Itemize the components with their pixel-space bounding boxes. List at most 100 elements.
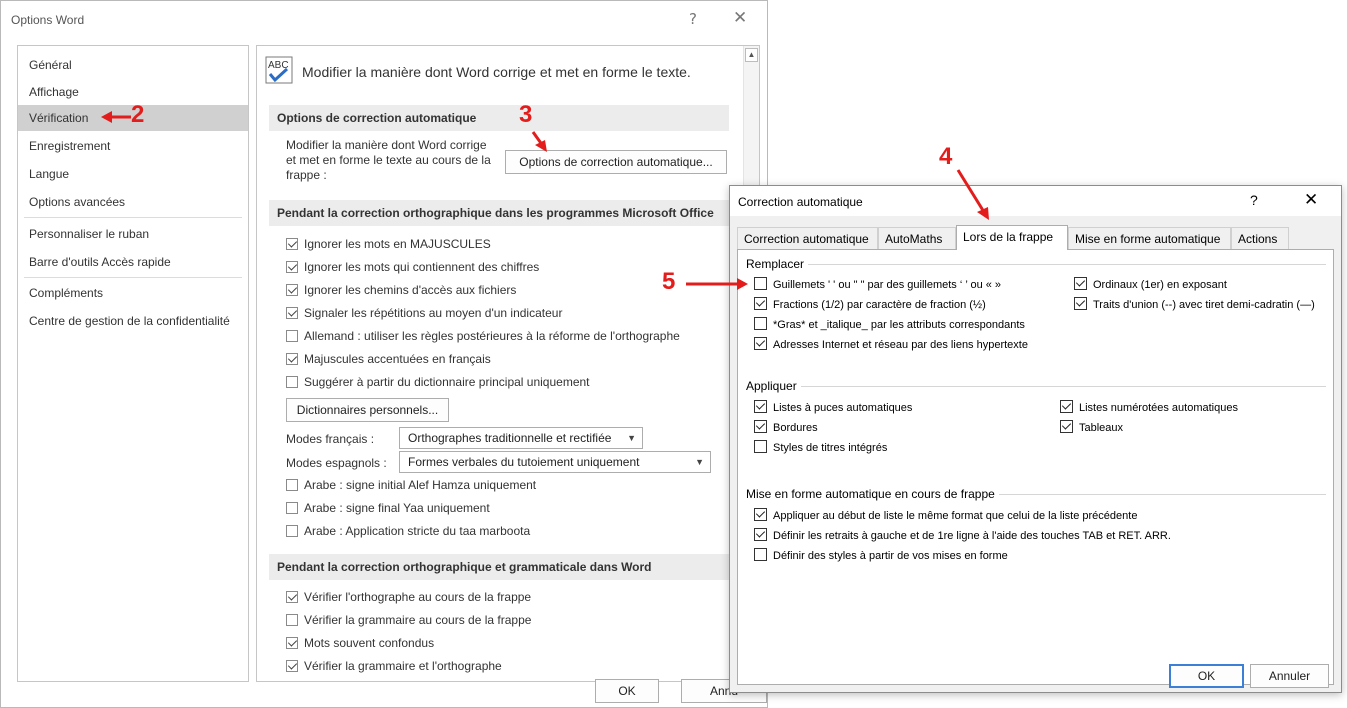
checkbox[interactable] xyxy=(754,528,767,541)
checkbox[interactable] xyxy=(1074,277,1087,290)
option-ignore-paths[interactable]: Ignorer les chemins d'accès aux fichiers xyxy=(286,281,516,299)
autocorrect-description: Modifier la manière dont Word corrige et… xyxy=(286,138,491,182)
cancel-button[interactable]: Annuler xyxy=(1250,664,1329,688)
checkbox[interactable] xyxy=(1060,400,1073,413)
spelling-check-icon: ABC xyxy=(265,56,293,84)
option-retraits-tab[interactable]: Définir les retraits à gauche et de 1re … xyxy=(754,527,1171,545)
nav-item-options-avancees[interactable]: Options avancées xyxy=(18,189,248,215)
option-bordures[interactable]: Bordures xyxy=(754,419,818,437)
checkbox[interactable] xyxy=(754,548,767,561)
checkbox[interactable] xyxy=(286,261,298,273)
option-guillemets[interactable]: Guillemets ' ' ou " " par des guillemets… xyxy=(754,276,1001,294)
checkbox[interactable] xyxy=(754,317,767,330)
checkbox[interactable] xyxy=(754,440,767,453)
option-gras-italique[interactable]: *Gras* et _italique_ par les attributs c… xyxy=(754,316,1025,334)
option-traits-union[interactable]: Traits d'union (--) avec tiret demi-cadr… xyxy=(1074,296,1315,314)
checkbox[interactable] xyxy=(754,508,767,521)
option-check-grammar-spelling[interactable]: Vérifier la grammaire et l'orthographe xyxy=(286,657,502,675)
tab-automaths[interactable]: AutoMaths xyxy=(878,227,956,249)
group-remplacer-label: Remplacer xyxy=(746,257,809,271)
option-flag-repeats[interactable]: Signaler les répétitions au moyen d'un i… xyxy=(286,304,562,322)
option-confused-words[interactable]: Mots souvent confondus xyxy=(286,634,434,652)
option-french-accents[interactable]: Majuscules accentuées en français xyxy=(286,350,491,368)
title-bar: Options Word ? ✕ xyxy=(1,1,767,39)
tab-lors-de-la-frappe[interactable]: Lors de la frappe xyxy=(956,225,1068,250)
checkbox[interactable] xyxy=(286,614,298,626)
scroll-up-arrow-icon[interactable]: ▲ xyxy=(745,48,758,62)
annotation-step-5: 5 xyxy=(662,268,676,295)
checkbox[interactable] xyxy=(754,400,767,413)
nav-separator xyxy=(24,217,242,218)
option-arabic-taa[interactable]: Arabe : Application stricte du taa marbo… xyxy=(286,522,530,540)
option-check-grammar-typing[interactable]: Vérifier la grammaire au cours de la fra… xyxy=(286,611,531,629)
options-word-window: Options Word ? ✕ Général Affichage Vérif… xyxy=(0,0,768,708)
tab-actions[interactable]: Actions xyxy=(1231,227,1289,249)
nav-item-general[interactable]: Général xyxy=(18,52,248,78)
close-button[interactable]: ✕ xyxy=(733,8,747,28)
group-divider xyxy=(746,264,1326,265)
checkbox[interactable] xyxy=(754,420,767,433)
option-listes-numerotees[interactable]: Listes numérotées automatiques xyxy=(1060,399,1238,417)
checkbox[interactable] xyxy=(754,337,767,350)
help-button[interactable]: ? xyxy=(1250,192,1258,208)
autocorrect-options-button[interactable]: Options de correction automatique... xyxy=(505,150,727,174)
nav-separator xyxy=(24,277,242,278)
custom-dictionaries-button[interactable]: Dictionnaires personnels... xyxy=(286,398,449,422)
checkbox[interactable] xyxy=(286,330,298,342)
modes-francais-label: Modes français : xyxy=(286,432,375,446)
modes-francais-select[interactable]: Orthographes traditionnelle et rectifiée… xyxy=(399,427,643,449)
option-arabic-alef[interactable]: Arabe : signe initial Alef Hamza uniquem… xyxy=(286,476,536,494)
option-adresses-internet[interactable]: Adresses Internet et réseau par des lien… xyxy=(754,336,1028,354)
tab-correction-automatique[interactable]: Correction automatique xyxy=(737,227,878,249)
checkbox[interactable] xyxy=(286,525,298,537)
option-tableaux[interactable]: Tableaux xyxy=(1060,419,1123,437)
checkbox[interactable] xyxy=(286,591,298,603)
checkbox[interactable] xyxy=(286,637,298,649)
checkbox[interactable] xyxy=(286,284,298,296)
option-german-rules[interactable]: Allemand : utiliser les règles postérieu… xyxy=(286,327,680,345)
option-listes-puces[interactable]: Listes à puces automatiques xyxy=(754,399,912,417)
section-word-spelling-grammar: Pendant la correction orthographique et … xyxy=(269,554,729,580)
annotation-step-4: 4 xyxy=(939,143,953,170)
checkbox[interactable] xyxy=(286,353,298,365)
annotation-step-2: 2 xyxy=(131,101,145,128)
nav-item-complements[interactable]: Compléments xyxy=(18,280,248,306)
close-button[interactable]: ✕ xyxy=(1304,190,1318,210)
option-ignore-numbers[interactable]: Ignorer les mots qui contiennent des chi… xyxy=(286,258,539,276)
checkbox[interactable] xyxy=(286,376,298,388)
option-definir-styles[interactable]: Définir des styles à partir de vos mises… xyxy=(754,547,1008,565)
nav-item-langue[interactable]: Langue xyxy=(18,161,248,187)
options-nav: Général Affichage Vérification Enregistr… xyxy=(17,45,249,682)
option-ordinaux[interactable]: Ordinaux (1er) en exposant xyxy=(1074,276,1227,294)
option-styles-titres[interactable]: Styles de titres intégrés xyxy=(754,439,887,457)
checkbox[interactable] xyxy=(286,307,298,319)
tab-mise-en-forme-automatique[interactable]: Mise en forme automatique xyxy=(1068,227,1231,249)
dialog-title: Correction automatique xyxy=(738,195,863,209)
checkbox[interactable] xyxy=(286,502,298,514)
checkbox[interactable] xyxy=(286,238,298,250)
nav-item-centre-confidentialite[interactable]: Centre de gestion de la confidentialité xyxy=(18,308,248,334)
autocorrect-dialog: Correction automatique ? ✕ Correction au… xyxy=(729,185,1342,693)
checkbox[interactable] xyxy=(754,277,767,290)
option-format-liste-precedente[interactable]: Appliquer au début de liste le même form… xyxy=(754,507,1137,525)
nav-item-enregistrement[interactable]: Enregistrement xyxy=(18,133,248,159)
nav-item-barre-outils[interactable]: Barre d'outils Accès rapide xyxy=(18,249,248,275)
ok-button[interactable]: OK xyxy=(595,679,659,703)
section-office-spelling: Pendant la correction orthographique dan… xyxy=(269,200,729,226)
nav-item-personnaliser-ruban[interactable]: Personnaliser le ruban xyxy=(18,221,248,247)
checkbox[interactable] xyxy=(286,479,298,491)
ok-button[interactable]: OK xyxy=(1169,664,1244,688)
option-check-spelling-typing[interactable]: Vérifier l'orthographe au cours de la fr… xyxy=(286,588,531,606)
option-main-dict-only[interactable]: Suggérer à partir du dictionnaire princi… xyxy=(286,373,590,391)
checkbox[interactable] xyxy=(286,660,298,672)
checkbox[interactable] xyxy=(754,297,767,310)
checkbox[interactable] xyxy=(1060,420,1073,433)
option-ignore-uppercase[interactable]: Ignorer les mots en MAJUSCULES xyxy=(286,235,491,253)
option-fractions[interactable]: Fractions (1/2) par caractère de fractio… xyxy=(754,296,986,314)
option-arabic-yaa[interactable]: Arabe : signe final Yaa uniquement xyxy=(286,499,490,517)
group-mise-en-forme-label: Mise en forme automatique en cours de fr… xyxy=(746,487,999,501)
checkbox[interactable] xyxy=(1074,297,1087,310)
help-button[interactable]: ? xyxy=(689,10,697,28)
chevron-down-icon: ▼ xyxy=(695,457,704,467)
modes-espagnols-select[interactable]: Formes verbales du tutoiement uniquement… xyxy=(399,451,711,473)
